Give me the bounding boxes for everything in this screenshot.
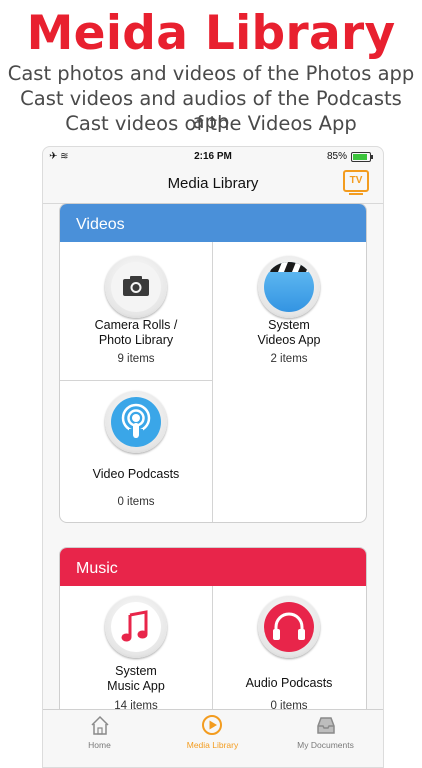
battery-percent: 85% <box>326 151 347 162</box>
item-label-line2: Music App <box>107 679 165 693</box>
status-bar: ✈ ≋ 2:16 PM 85% <box>43 147 383 167</box>
clapperboard-icon <box>258 256 320 318</box>
headphones-icon <box>258 596 320 658</box>
audio-podcasts-item[interactable]: Audio Podcasts 0 items <box>213 586 365 716</box>
nav-title: Media Library <box>167 175 259 192</box>
battery-icon <box>351 152 373 162</box>
tab-label: My Documents <box>297 740 354 750</box>
tab-home[interactable]: Home <box>43 710 156 754</box>
phone-screen: ✈ ≋ 2:16 PM 85% Media Library TV Videos <box>42 146 384 768</box>
item-label-line2: Videos App <box>257 333 321 347</box>
item-label-line1: Video Podcasts <box>92 467 180 481</box>
item-label-line1: Audio Podcasts <box>245 676 333 690</box>
tab-label: Home <box>88 740 111 750</box>
promo-headline: Meida Library <box>26 6 396 61</box>
music-section-header: Music <box>60 548 366 586</box>
tv-cast-button[interactable]: TV <box>343 170 369 195</box>
house-icon <box>91 715 109 735</box>
tab-label: Media Library <box>186 740 239 750</box>
promo-line-3: Cast videos of the Videos App <box>65 112 357 135</box>
navigation-bar: Media Library TV <box>43 167 383 204</box>
promo-line-1: Cast photos and videos of the Photos app <box>7 62 415 85</box>
music-section: Music System Music App 14 items Audio Po… <box>59 547 367 729</box>
item-count: 0 items <box>117 496 155 508</box>
play-circle-icon <box>202 715 222 735</box>
music-note-icon <box>105 596 167 658</box>
item-label-line2: Photo Library <box>98 333 174 347</box>
video-podcasts-item[interactable]: Video Podcasts 0 items <box>60 381 212 521</box>
item-label-line1: System <box>115 664 157 678</box>
item-label-line1: System <box>268 318 310 332</box>
camera-icon <box>105 256 167 318</box>
system-videos-item[interactable]: System Videos App 2 items <box>213 242 365 380</box>
tab-media-library[interactable]: Media Library <box>156 710 269 754</box>
item-label-line1: Camera Rolls / <box>94 318 178 332</box>
inbox-tray-icon <box>317 717 335 734</box>
system-music-item[interactable]: System Music App 14 items <box>60 586 212 716</box>
camera-roll-item[interactable]: Camera Rolls / Photo Library 9 items <box>60 242 212 380</box>
item-count: 9 items <box>117 353 155 365</box>
tab-my-documents[interactable]: My Documents <box>269 710 382 754</box>
tab-bar: Home Media Library My Documents <box>43 709 383 767</box>
videos-section-header: Videos <box>60 204 366 242</box>
videos-section: Videos Camera Rolls / Photo Library 9 it… <box>59 203 367 523</box>
item-count: 2 items <box>270 353 308 365</box>
podcast-icon <box>105 391 167 453</box>
